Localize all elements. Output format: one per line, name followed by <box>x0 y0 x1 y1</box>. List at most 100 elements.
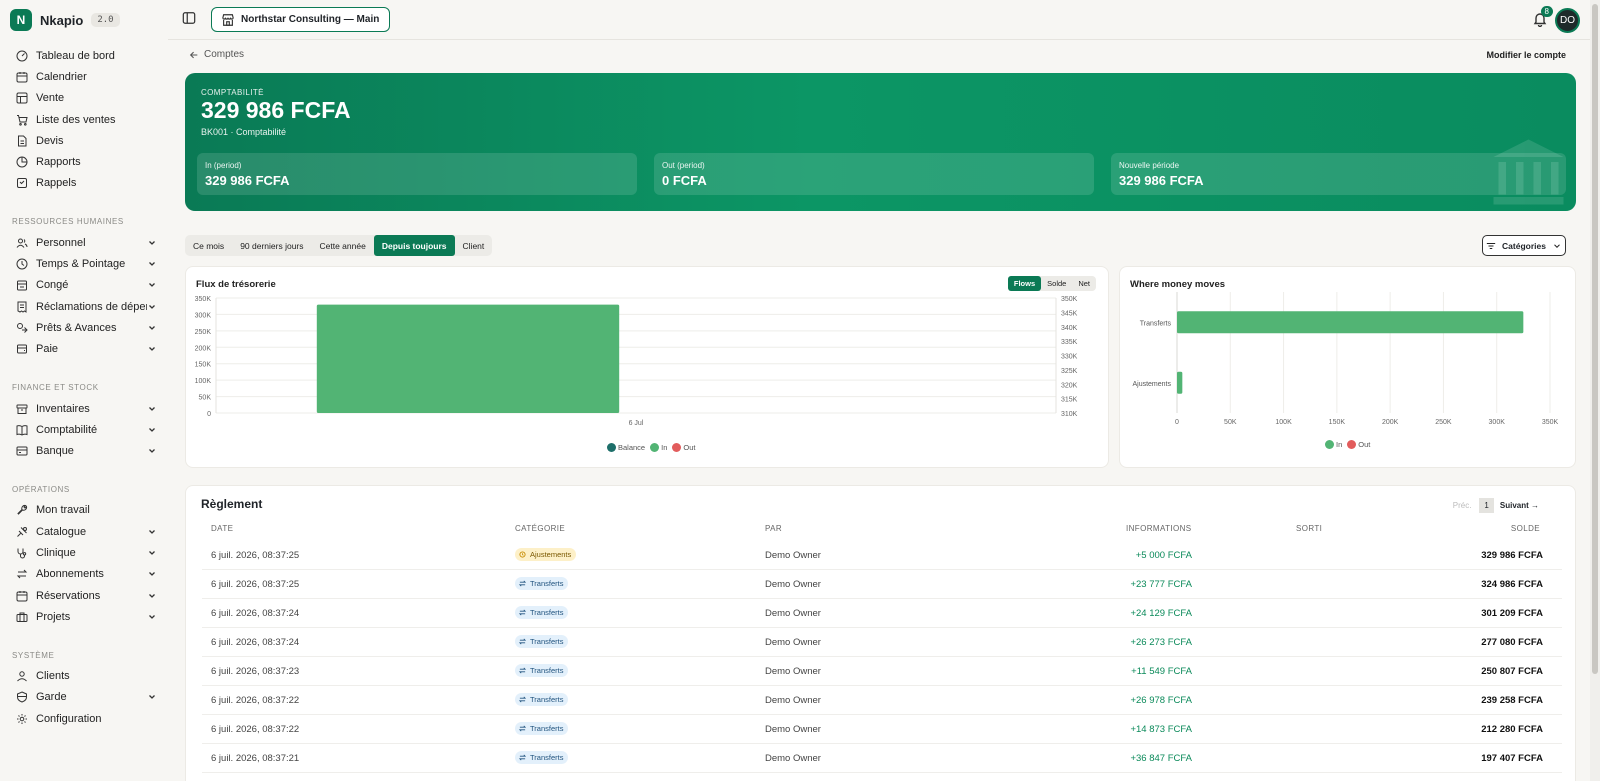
cell-by: Demo Owner <box>765 695 821 706</box>
tab-period[interactable]: Client <box>455 235 493 256</box>
table-row[interactable]: 6 juil. 2026, 08:37:24 Transferts Demo Own… <box>202 628 1562 657</box>
scrollbar[interactable] <box>1590 0 1600 781</box>
prev-page-button[interactable]: Préc. <box>1453 501 1472 510</box>
brand[interactable]: N Nkapio 2.0 <box>10 8 159 32</box>
users-icon <box>16 238 28 248</box>
y-right-tick-label: 340K <box>1061 325 1078 332</box>
sidebar-item-abonnements[interactable]: Abonnements <box>9 564 159 585</box>
sidebar-item-label: Mon travail <box>36 504 90 517</box>
sidebar-item-mon-travail[interactable]: Mon travail <box>9 500 159 521</box>
account-summary: COMPTABILITÉ 329 986 FCFA BK001 · Compta… <box>185 73 1576 211</box>
gear-icon <box>17 713 27 724</box>
table-row[interactable]: 6 juil. 2026, 08:37:25 Ajustements Demo Ow… <box>202 541 1562 570</box>
sidebar-item-garde[interactable]: Garde <box>9 687 159 708</box>
categories-filter-button[interactable]: Catégories <box>1482 235 1566 256</box>
breadcrumb[interactable]: Comptes <box>189 49 244 60</box>
sidebar-toggle-icon[interactable] <box>182 11 196 25</box>
version-badge: 2.0 <box>91 13 120 27</box>
calendar-icon <box>16 71 28 83</box>
y-right-tick-label: 320K <box>1061 382 1078 389</box>
sidebar-item-catalogue[interactable]: Catalogue <box>9 521 159 542</box>
cell-by: Demo Owner <box>765 637 821 648</box>
sidebar-item-temps-pointage[interactable]: Temps & Pointage <box>9 253 159 274</box>
legend-out: Out <box>1358 440 1371 449</box>
sidebar-item-liste-des-ventes[interactable]: Liste des ventes <box>9 109 159 130</box>
chevron-down-icon <box>149 593 155 598</box>
sidebar-item-paie[interactable]: Paie <box>9 339 159 360</box>
transfer-icon <box>519 609 526 616</box>
sidebar-item-label: Paie <box>36 343 59 356</box>
sidebar-item-clients[interactable]: Clients <box>9 666 159 687</box>
account-type: COMPTABILITÉ <box>201 88 264 97</box>
cell-by: Demo Owner <box>765 666 821 677</box>
period-tabs: Ce mois 90 derniers jours Cette année Depui… <box>185 235 493 256</box>
stat-value: 329 986 FCFA <box>205 173 290 188</box>
table-row[interactable]: 6 juil. 2026, 08:37:25 Transferts Demo Own… <box>202 570 1562 599</box>
sidebar-item-r-clamations-de-d-penses[interactable]: Réclamations de dépenses <box>9 296 159 317</box>
col-info[interactable]: INFORMATIONS <box>1126 524 1192 533</box>
table-row[interactable]: 6 juil. 2026, 08:37:22 Transferts Demo Own… <box>202 715 1562 744</box>
edit-account-button[interactable]: Modifier le compte <box>1486 50 1566 60</box>
report-icon <box>16 156 28 168</box>
category-label: Transferts <box>530 724 564 733</box>
sidebar-item-vente[interactable]: Vente <box>9 88 159 109</box>
page-number[interactable]: 1 <box>1479 498 1494 513</box>
sidebar-item-label: Clinique <box>36 546 76 559</box>
y-right-tick-label: 310K <box>1061 411 1078 418</box>
sidebar-item-r-servations[interactable]: Réservations <box>9 585 159 606</box>
x-tick-label: 150K <box>1329 419 1346 426</box>
scrollbar-thumb[interactable] <box>1592 4 1598 674</box>
col-out[interactable]: SORTI <box>1296 524 1322 533</box>
sidebar-item-configuration[interactable]: Configuration <box>9 708 159 729</box>
sidebar-item-pr-ts-avances[interactable]: Prêts & Avances <box>9 317 159 338</box>
payroll-icon <box>17 344 27 354</box>
avatar[interactable]: DO <box>1555 8 1580 33</box>
table-row[interactable]: 6 juil. 2026, 08:37:23 Transferts Demo Own… <box>202 657 1562 686</box>
sidebar-item-comptabilit[interactable]: Comptabilité <box>9 419 159 440</box>
sidebar-item-clinique[interactable]: Clinique <box>9 542 159 563</box>
document-icon <box>18 135 27 147</box>
cell-date: 6 juil. 2026, 08:37:24 <box>211 637 300 648</box>
sidebar-item-rapports[interactable]: Rapports <box>9 151 159 172</box>
sidebar-item-inventaires[interactable]: Inventaires <box>9 398 159 419</box>
col-date[interactable]: DATE <box>211 524 233 533</box>
legend-in: In <box>661 443 668 452</box>
sidebar-item-devis[interactable]: Devis <box>9 130 159 151</box>
organization-selector[interactable]: Northstar Consulting — Main <box>211 7 391 32</box>
cell-info: +5 000 FCFA <box>1135 550 1192 561</box>
cashflow-chart: 350K 300K 250K 200K 150K 100K 50K 0 350K 345K 340K… <box>195 296 1078 427</box>
sidebar-item-tableau-de-bord[interactable]: Tableau de bord <box>9 45 159 66</box>
col-by[interactable]: PAR <box>765 524 782 533</box>
repeat-icon <box>16 569 28 579</box>
col-category[interactable]: CATÉGORIE <box>515 524 565 533</box>
sidebar-item-banque[interactable]: Banque <box>9 440 159 461</box>
sidebar-item-personnel[interactable]: Personnel <box>9 232 159 253</box>
chevron-down-icon <box>149 406 155 411</box>
sidebar-item-rappels[interactable]: Rappels <box>9 173 159 194</box>
category-badge: Transferts <box>515 722 569 735</box>
stat-label: Out (period) <box>662 161 705 170</box>
y-tick-label: 350K <box>195 296 212 303</box>
bar-in <box>1177 371 1183 394</box>
tab-period[interactable]: 90 derniers jours <box>232 235 311 256</box>
table-row[interactable]: 6 juil. 2026, 08:37:22 Transferts Demo Own… <box>202 686 1562 715</box>
stat-new-period: Nouvelle période 329 986 FCFA <box>1111 153 1566 195</box>
table-row[interactable]: 6 juil. 2026, 08:37:21 Transferts Demo Own… <box>202 744 1562 773</box>
tab-period[interactable]: Ce mois <box>185 235 232 256</box>
x-tick-label: 100K <box>1275 419 1292 426</box>
category-badge: Transferts <box>515 751 569 764</box>
cell-by: Demo Owner <box>765 550 821 561</box>
nav-section-title: RESSOURCES HUMAINES <box>12 217 124 227</box>
sidebar-item-projets[interactable]: Projets <box>9 606 159 627</box>
tab-period[interactable]: Cette année <box>312 235 374 256</box>
tab-period[interactable]: Depuis toujours <box>373 235 455 256</box>
cell-info: +24 129 FCFA <box>1130 608 1192 619</box>
cell-balance: 212 280 FCFA <box>1481 724 1543 735</box>
sidebar-item-cong[interactable]: Congé <box>9 275 159 296</box>
sidebar-item-calendrier[interactable]: Calendrier <box>9 66 159 87</box>
col-balance[interactable]: SOLDE <box>1511 524 1540 533</box>
cart-icon <box>17 114 28 126</box>
table-row[interactable]: 6 juil. 2026, 08:37:24 Transferts Demo Own… <box>202 599 1562 628</box>
sidebar-item-label: Réservations <box>36 589 101 602</box>
next-page-button[interactable]: Suivant → <box>1500 501 1539 510</box>
